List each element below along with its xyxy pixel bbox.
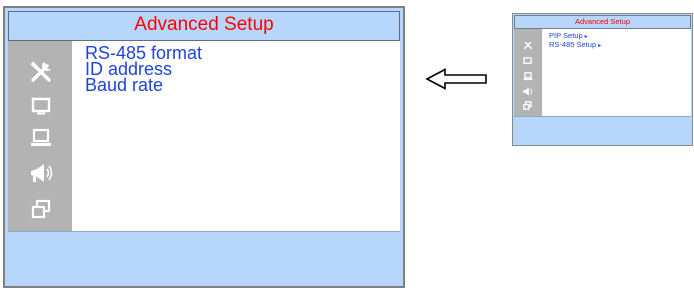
- preview-panel-title: Advanced Setup: [514, 15, 691, 29]
- preview-menu-content: PIP Setup ▸ RS-485 Setup ▸: [542, 29, 691, 116]
- menu-item-label: RS-485 Setup: [549, 40, 597, 49]
- menu-content: RS-485 format ID address Baud rate: [72, 41, 400, 231]
- preview-menu-list: PIP Setup ▸ RS-485 Setup ▸: [542, 29, 691, 50]
- monitor-icon[interactable]: [31, 97, 51, 115]
- menu-item-rs485-setup[interactable]: RS-485 Setup ▸: [549, 41, 691, 50]
- windows-icon[interactable]: [31, 199, 51, 219]
- panel-title: Advanced Setup: [8, 11, 400, 41]
- windows-icon[interactable]: [523, 101, 532, 110]
- tools-icon[interactable]: [29, 60, 53, 84]
- laptop-icon[interactable]: [523, 72, 533, 81]
- tools-icon[interactable]: [523, 40, 533, 50]
- monitor-icon[interactable]: [523, 57, 532, 65]
- advanced-setup-preview-panel: Advanced Setup PIP Setup ▸ RS-485 Setup …: [512, 13, 693, 146]
- preview-sidebar: [514, 29, 542, 116]
- sidebar: [8, 41, 72, 231]
- left-arrow-icon: [425, 68, 489, 95]
- panel-footer: [8, 231, 400, 283]
- preview-panel-footer: [514, 116, 691, 144]
- advanced-setup-panel: Advanced Setup RS-485 format ID address …: [3, 6, 405, 288]
- menu-list: RS-485 format ID address Baud rate: [72, 41, 400, 94]
- laptop-icon[interactable]: [30, 128, 52, 148]
- speaker-icon[interactable]: [522, 87, 533, 96]
- submenu-arrow-icon: ▸: [598, 43, 602, 49]
- menu-item-baud-rate[interactable]: Baud rate: [85, 76, 400, 94]
- speaker-icon[interactable]: [29, 163, 53, 183]
- menu-item-label: PIP Setup: [549, 31, 583, 40]
